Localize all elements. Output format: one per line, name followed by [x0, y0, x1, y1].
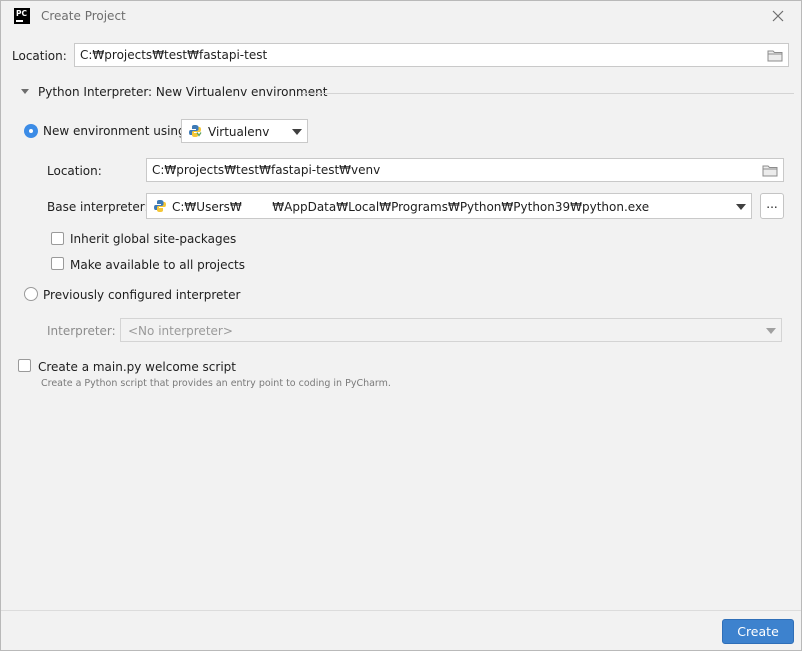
- make-available-label: Make available to all projects: [70, 258, 246, 272]
- create-project-dialog: PC Create Project Location: Python Inter…: [0, 0, 802, 651]
- welcome-script-hint: Create a Python script that provides an …: [41, 378, 391, 389]
- interpreter-section-toggle[interactable]: Python Interpreter: New Virtualenv envir…: [19, 85, 794, 101]
- folder-icon[interactable]: [767, 49, 783, 62]
- pycharm-logo-icon: PC: [14, 8, 30, 24]
- collapse-triangle-icon: [21, 89, 29, 94]
- previous-interpreter-label: Previously configured interpreter: [43, 288, 241, 302]
- welcome-script-checkbox[interactable]: [18, 359, 31, 372]
- env-location-input[interactable]: [147, 159, 783, 181]
- create-button[interactable]: Create: [722, 619, 794, 644]
- section-divider: [302, 93, 794, 94]
- chevron-down-icon: [736, 204, 746, 210]
- new-environment-label: New environment using: [43, 124, 186, 138]
- browse-interpreter-button[interactable]: ...: [760, 193, 784, 219]
- welcome-script-label: Create a main.py welcome script: [38, 360, 236, 374]
- close-button[interactable]: [769, 7, 787, 25]
- interpreter-label: Interpreter:: [47, 324, 116, 338]
- interpreter-section-title: Python Interpreter: New Virtualenv envir…: [38, 85, 328, 99]
- inherit-packages-checkbox[interactable]: [51, 232, 64, 245]
- inherit-packages-label: Inherit global site-packages: [70, 232, 237, 246]
- make-available-checkbox[interactable]: [51, 257, 64, 270]
- previous-interpreter-radio[interactable]: [24, 287, 38, 301]
- folder-icon[interactable]: [762, 164, 778, 177]
- location-input[interactable]: [75, 44, 788, 66]
- new-environment-radio[interactable]: [24, 124, 38, 138]
- chevron-down-icon: [766, 328, 776, 334]
- title-bar: PC Create Project: [1, 1, 801, 33]
- env-location-label: Location:: [47, 164, 102, 178]
- environment-tool-value: Virtualenv: [208, 125, 270, 139]
- window-title: Create Project: [41, 9, 126, 23]
- location-field[interactable]: [74, 43, 789, 67]
- interpreter-value: <No interpreter>: [128, 324, 233, 338]
- interpreter-select[interactable]: <No interpreter>: [120, 318, 782, 342]
- python-icon: [189, 125, 202, 137]
- footer-divider: [1, 610, 801, 611]
- base-interpreter-label: Base interpreter:: [47, 200, 149, 214]
- python-icon: [154, 200, 166, 212]
- logo-text: PC: [16, 9, 28, 18]
- close-icon: [772, 10, 784, 22]
- env-location-field[interactable]: [146, 158, 784, 182]
- location-label: Location:: [12, 49, 67, 63]
- base-interpreter-value: C:₩Users₩ ₩AppData₩Local₩Programs₩Python…: [172, 200, 650, 214]
- environment-tool-select[interactable]: Virtualenv: [181, 119, 308, 143]
- base-interpreter-select[interactable]: C:₩Users₩ ₩AppData₩Local₩Programs₩Python…: [146, 193, 752, 219]
- chevron-down-icon: [292, 129, 302, 135]
